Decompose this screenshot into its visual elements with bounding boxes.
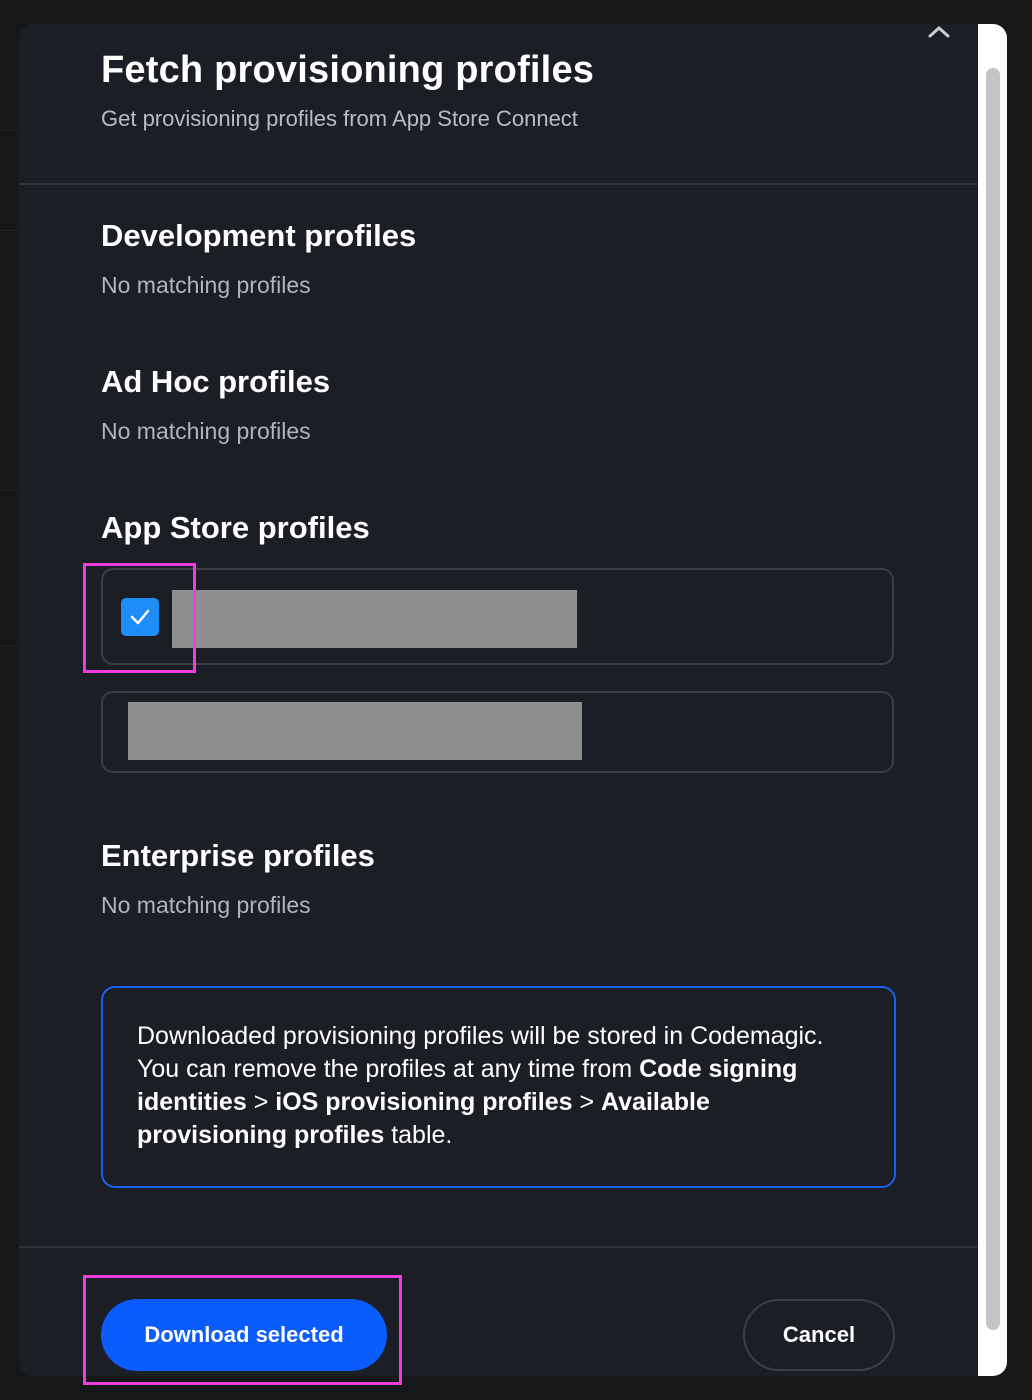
info-separator: > xyxy=(572,1088,602,1116)
header-divider xyxy=(19,183,978,185)
info-text-end: table. xyxy=(384,1121,453,1149)
backdrop-divider xyxy=(0,130,18,131)
adhoc-profiles-empty: No matching profiles xyxy=(101,418,311,444)
chevron-up-icon xyxy=(928,26,950,38)
redacted-profile-name xyxy=(172,590,577,648)
redacted-profile-name xyxy=(128,702,582,760)
backdrop-divider xyxy=(0,490,18,491)
enterprise-profiles-empty: No matching profiles xyxy=(101,892,311,918)
profile-option-1[interactable] xyxy=(101,568,894,665)
footer-divider xyxy=(19,1246,978,1248)
dialog-subtitle: Get provisioning profiles from App Store… xyxy=(101,106,578,131)
scrollbar-thumb[interactable] xyxy=(986,68,1000,1330)
download-selected-button[interactable]: Download selected xyxy=(101,1299,387,1371)
enterprise-profiles-heading: Enterprise profiles xyxy=(101,838,375,873)
development-profiles-empty: No matching profiles xyxy=(101,272,311,298)
backdrop-divider xyxy=(0,645,18,646)
collapse-button[interactable] xyxy=(924,24,954,44)
development-profiles-heading: Development profiles xyxy=(101,218,417,253)
adhoc-profiles-heading: Ad Hoc profiles xyxy=(101,364,331,399)
info-notice: Downloaded provisioning profiles will be… xyxy=(101,986,896,1188)
fetch-profiles-dialog: Fetch provisioning profiles Get provisio… xyxy=(19,24,1007,1376)
profile-option-2[interactable] xyxy=(101,691,894,773)
profile-checkbox[interactable] xyxy=(121,598,159,636)
appstore-profiles-heading: App Store profiles xyxy=(101,510,370,545)
dialog-header: Fetch provisioning profiles Get provisio… xyxy=(101,49,594,132)
cancel-button[interactable]: Cancel xyxy=(743,1299,895,1371)
backdrop-divider xyxy=(0,230,18,231)
info-separator: > xyxy=(246,1088,276,1116)
checkmark-icon xyxy=(130,609,150,625)
info-link-ios-profiles: iOS provisioning profiles xyxy=(275,1088,573,1116)
dialog-title: Fetch provisioning profiles xyxy=(101,49,595,91)
